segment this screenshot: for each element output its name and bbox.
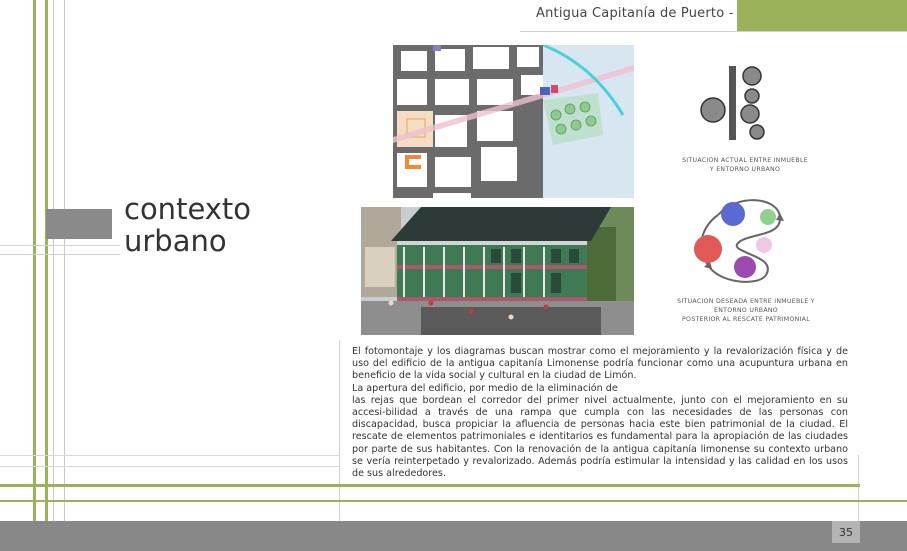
decor-green-bar-1 (0, 484, 860, 487)
body-text: El fotomontaje y los diagramas buscan mo… (352, 346, 848, 480)
caption-desired-line1: SITUACION DESEADA ENTRE INMUEBLE Y (677, 298, 815, 305)
decor-hline-3 (0, 455, 340, 456)
diagram-current-situation (700, 66, 765, 140)
caption-desired-line2: ENTORNO URBANO (714, 307, 778, 314)
decor-vline-5 (339, 340, 340, 521)
decor-vline-2 (45, 0, 48, 521)
section-title-line2: urbano (124, 224, 227, 258)
section-tab (46, 209, 112, 239)
section-title: contexto urbano (124, 193, 251, 257)
body-paragraph-1: El fotomontaje y los diagramas buscan mo… (352, 346, 848, 382)
header-underline (520, 31, 907, 32)
decor-hline-2 (0, 254, 120, 255)
caption-current: SITUACION ACTUAL ENTRE INMUEBLE Y ENTORN… (670, 156, 820, 174)
diagram-desired-situation (694, 199, 784, 283)
header-accent-block (737, 0, 907, 32)
caption-desired-line3: POSTERIOR AL RESCATE PATRIMONIAL (682, 316, 810, 323)
page-number: 35 (832, 521, 860, 543)
body-paragraph-2: La apertura del edificio, por medio de l… (352, 382, 618, 394)
body-paragraph-3: las rejas que bordean el corredor del pr… (352, 394, 848, 480)
section-title-line1: contexto (124, 192, 252, 226)
site-plan-map (393, 45, 634, 198)
caption-desired: SITUACION DESEADA ENTRE INMUEBLE Y ENTOR… (660, 297, 832, 324)
decor-green-bar-2 (0, 500, 907, 502)
decor-vline-6 (858, 455, 859, 521)
decor-hline-4 (0, 466, 340, 467)
building-photomontage (361, 207, 634, 335)
footer-bar (0, 521, 907, 551)
decor-hline-1 (0, 245, 120, 246)
caption-current-line1: SITUACION ACTUAL ENTRE INMUEBLE (682, 157, 808, 164)
decor-vline-4 (64, 0, 65, 521)
caption-current-line2: Y ENTORNO URBANO (709, 166, 781, 173)
decor-vline-3 (53, 0, 54, 521)
decor-vline-1 (33, 0, 36, 521)
